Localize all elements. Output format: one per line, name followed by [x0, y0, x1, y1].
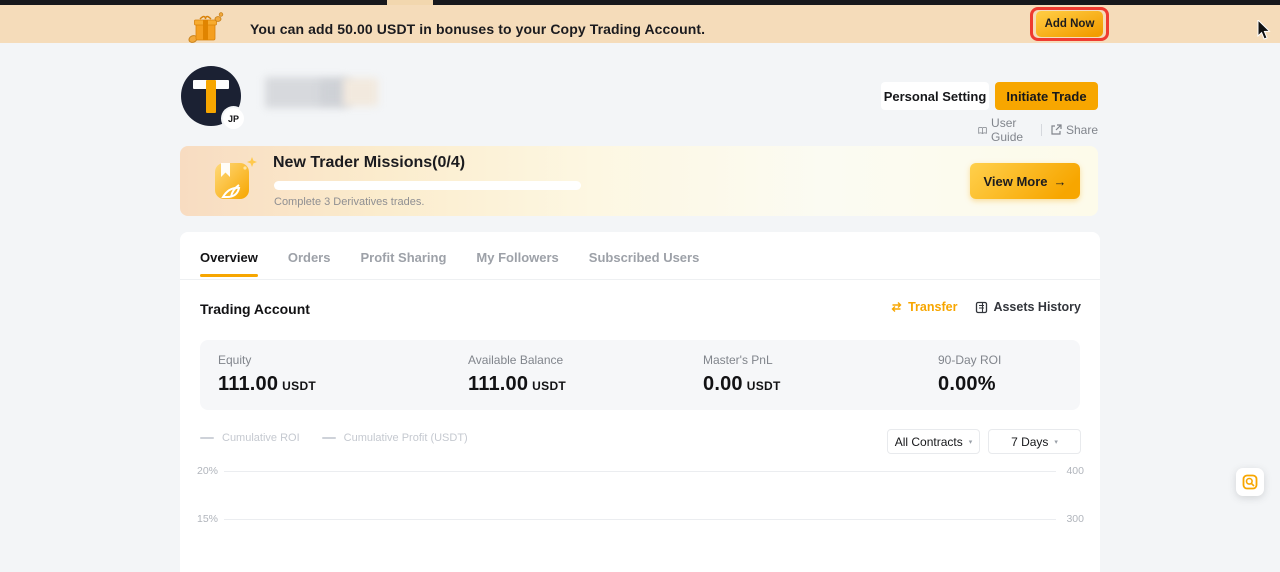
left-axis-tick: 20%	[197, 465, 218, 477]
legend-cumulative-profit[interactable]: Cumulative Profit (USDT)	[322, 432, 468, 444]
tab-overview[interactable]: Overview	[200, 250, 258, 277]
trading-account-title: Trading Account	[200, 301, 310, 317]
missions-title: New Trader Missions(0/4)	[273, 154, 465, 172]
divider	[1041, 124, 1042, 136]
view-more-button[interactable]: View More →	[970, 163, 1080, 199]
chart-gridline-row: 15% 300	[180, 513, 1100, 525]
period-dropdown[interactable]: 7 Days ▾	[988, 429, 1081, 454]
user-guide-link[interactable]: User Guide	[978, 116, 1033, 144]
search-in-square-icon	[1242, 474, 1258, 490]
share-label: Share	[1066, 123, 1098, 137]
chart-gridline-row: 20% 400	[180, 465, 1100, 477]
initiate-trade-button[interactable]: Initiate Trade	[995, 82, 1098, 110]
transfer-arrows-icon	[890, 301, 903, 313]
trading-account-stats: Equity 111.00USDT Available Balance 111.…	[200, 340, 1080, 410]
personal-setting-button[interactable]: Personal Setting	[881, 82, 989, 110]
stat-masters-pnl: Master's PnL 0.00USDT	[703, 353, 781, 396]
user-guide-label: User Guide	[991, 116, 1033, 144]
promo-message: You can add 50.00 USDT in bonuses to you…	[250, 21, 705, 37]
trader-overview-card: Overview Orders Profit Sharing My Follow…	[180, 232, 1100, 572]
stat-equity: Equity 111.00USDT	[218, 353, 316, 396]
chart-legend: Cumulative ROI Cumulative Profit (USDT)	[200, 432, 468, 444]
gift-icon	[188, 11, 224, 47]
stat-90day-roi: 90-Day ROI 0.00%	[938, 353, 1001, 396]
missions-progress-bar	[274, 181, 581, 190]
missions-subtitle: Complete 3 Derivatives trades.	[274, 196, 424, 208]
legend-line-swatch	[200, 437, 214, 439]
stat-available-balance: Available Balance 111.00USDT	[468, 353, 566, 396]
arrow-right-icon: →	[1054, 174, 1067, 189]
add-now-button[interactable]: Add Now	[1036, 11, 1103, 37]
share-icon	[1050, 124, 1062, 136]
legend-line-swatch	[322, 437, 336, 439]
tab-bar: Overview Orders Profit Sharing My Follow…	[200, 250, 699, 277]
left-axis-tick: 15%	[197, 513, 218, 525]
contracts-dropdown[interactable]: All Contracts ▾	[887, 429, 980, 454]
missions-book-icon	[209, 155, 259, 207]
divider	[180, 279, 1100, 280]
avatar-logo-stem	[206, 80, 216, 113]
region-badge: JP	[223, 108, 244, 129]
gridline	[224, 519, 1056, 520]
transfer-button[interactable]: Transfer	[890, 300, 957, 314]
legend-cumulative-roi[interactable]: Cumulative ROI	[200, 432, 300, 444]
share-link[interactable]: Share	[1050, 123, 1098, 137]
chevron-down-icon: ▾	[1054, 438, 1058, 446]
new-trader-missions-banner: New Trader Missions(0/4) Complete 3 Deri…	[180, 146, 1098, 216]
book-icon	[978, 125, 987, 136]
gridline	[224, 471, 1056, 472]
chevron-down-icon: ▾	[969, 438, 973, 446]
assets-history-button[interactable]: Assets History	[975, 300, 1081, 314]
right-axis-tick: 300	[1066, 513, 1084, 525]
tab-subscribed-users[interactable]: Subscribed Users	[589, 250, 700, 277]
tab-my-followers[interactable]: My Followers	[476, 250, 558, 277]
right-axis-tick: 400	[1066, 465, 1084, 477]
tab-orders[interactable]: Orders	[288, 250, 331, 277]
history-document-icon	[975, 301, 988, 314]
floating-inspect-widget-button[interactable]	[1236, 468, 1264, 496]
blurred-username	[265, 77, 378, 108]
tab-profit-sharing[interactable]: Profit Sharing	[360, 250, 446, 277]
trader-avatar[interactable]: JP	[181, 66, 241, 126]
